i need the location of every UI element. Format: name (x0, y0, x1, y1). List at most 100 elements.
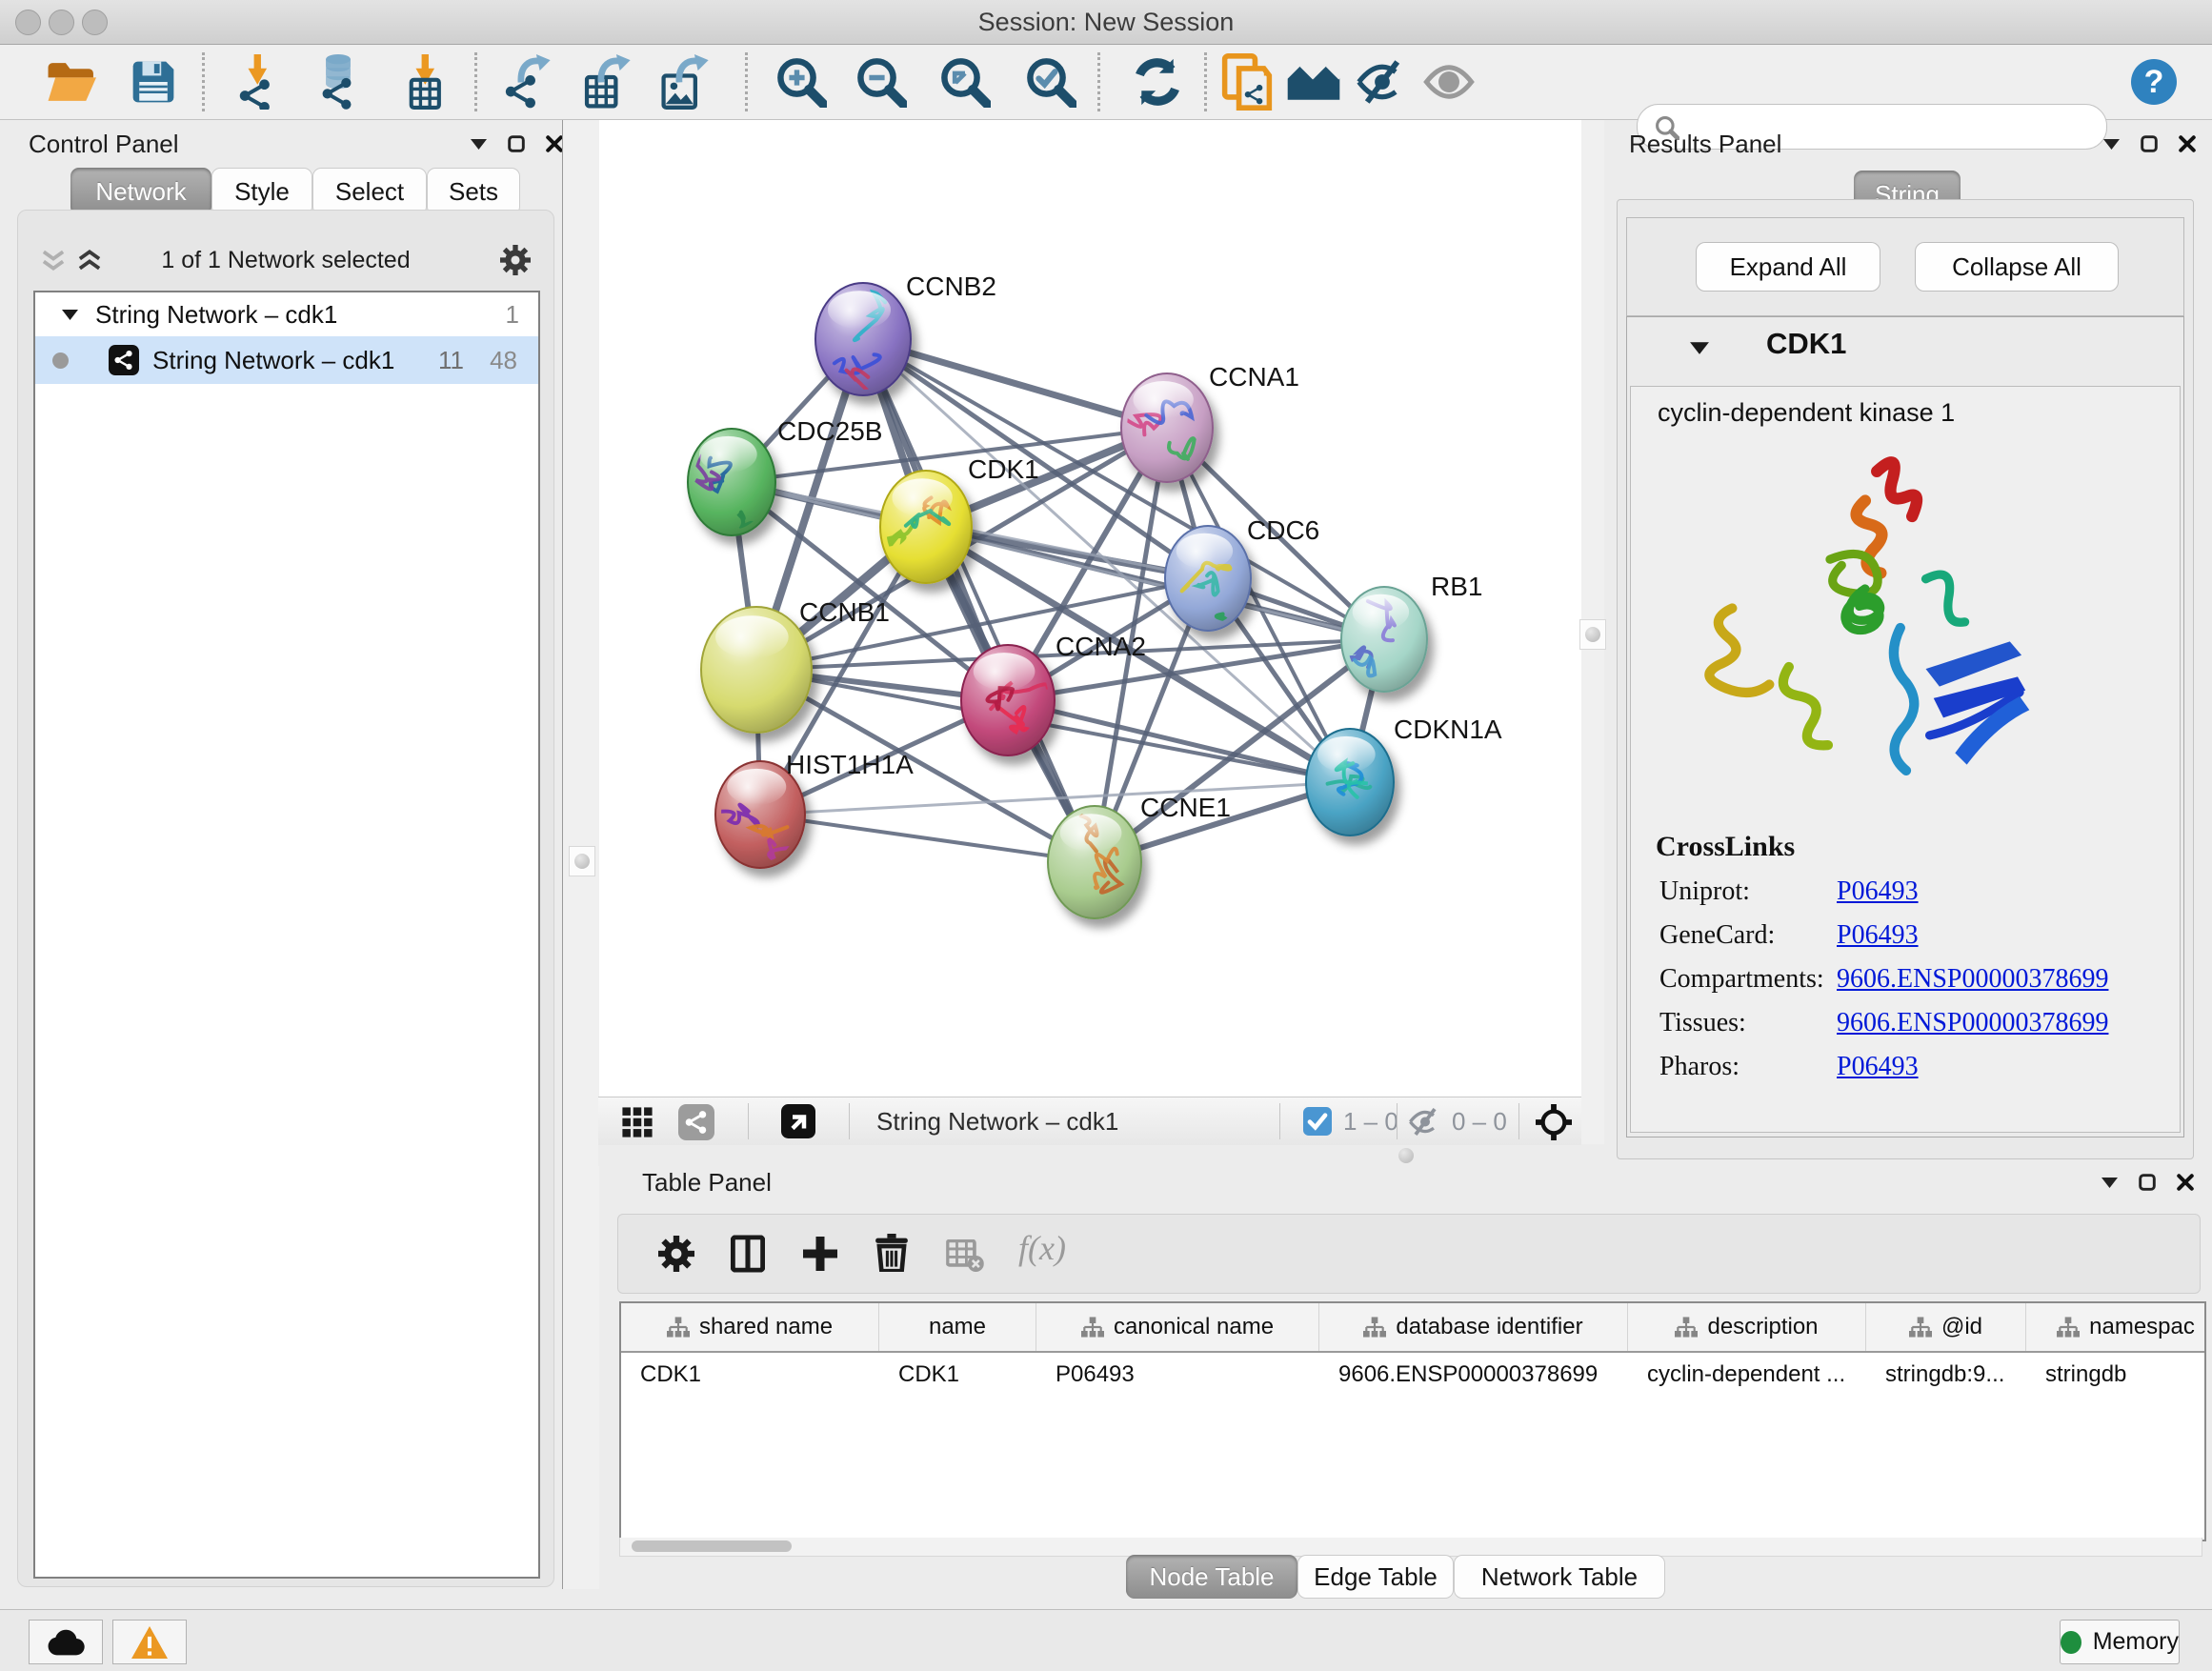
export-table-button[interactable] (579, 54, 634, 110)
network-collection-row[interactable]: String Network – cdk1 1 (35, 292, 538, 336)
network-options-gear-icon[interactable] (500, 245, 531, 275)
panel-float-icon[interactable] (2141, 135, 2158, 152)
left-splitter[interactable] (562, 120, 599, 1589)
table-cell[interactable]: P06493 (1036, 1353, 1319, 1397)
import-network-from-file-button[interactable] (231, 54, 286, 110)
add-column-icon[interactable] (803, 1237, 837, 1271)
warnings-button[interactable] (112, 1620, 187, 1664)
column-header-canonical-name[interactable]: canonical name (1036, 1303, 1319, 1351)
zoom-out-button[interactable] (854, 54, 909, 110)
panel-menu-caret-icon[interactable] (2103, 139, 2120, 150)
column-header--id[interactable]: @id (1866, 1303, 2026, 1351)
node-table[interactable]: shared namenamecanonical namedatabase id… (619, 1301, 2206, 1541)
column-header-namespac[interactable]: namespac (2026, 1303, 2206, 1351)
network-view-canvas[interactable]: CCNB2CCNA1CDC25BCDK1CDC6RB1CCNB1CCNA2CDK… (598, 120, 1582, 1097)
panel-close-icon[interactable] (546, 135, 563, 152)
crosslink-link[interactable]: 9606.ENSP00000378699 (1837, 1008, 2108, 1038)
scrollbar-thumb[interactable] (632, 1540, 792, 1552)
open-in-window-icon[interactable] (781, 1104, 815, 1138)
apply-layout-refresh-button[interactable] (1130, 54, 1185, 110)
hide-selection-button[interactable] (1355, 54, 1410, 110)
new-network-from-selection-button[interactable] (1219, 54, 1275, 110)
node-CCNA2[interactable] (961, 645, 1055, 755)
panel-menu-caret-icon[interactable] (471, 139, 487, 150)
crosslink-link[interactable]: 9606.ENSP00000378699 (1837, 964, 2108, 995)
splitter-grip[interactable] (569, 846, 595, 876)
panel-close-icon[interactable] (2179, 135, 2196, 152)
export-network-button[interactable] (499, 54, 554, 110)
cloud-status-button[interactable] (29, 1620, 103, 1664)
show-columns-icon[interactable] (731, 1235, 765, 1273)
crosslink-row: GeneCard:P06493 (1631, 920, 2180, 964)
tab-edge-table[interactable]: Edge Table (1297, 1555, 1454, 1599)
node-CCNB2[interactable] (815, 283, 911, 397)
first-neighbors-button[interactable] (1286, 54, 1341, 110)
zoom-selected-button[interactable] (1023, 54, 1078, 110)
import-network-from-database-button[interactable] (311, 54, 366, 110)
tab-node-table[interactable]: Node Table (1126, 1555, 1297, 1599)
crosshair-icon[interactable] (1536, 1104, 1572, 1140)
tab-network-table[interactable]: Network Table (1454, 1555, 1665, 1599)
table-cell[interactable]: cyclin-dependent ... (1628, 1353, 1866, 1397)
panel-menu-caret-icon[interactable] (2101, 1178, 2118, 1188)
column-header-name[interactable]: name (879, 1303, 1036, 1351)
tab-network[interactable]: Network (70, 168, 211, 215)
toolbar-separator (849, 1103, 850, 1139)
table-row[interactable]: CDK1CDK1P064939606.ENSP00000378699cyclin… (621, 1353, 2206, 1397)
function-builder-icon: f(x) (1018, 1228, 1066, 1268)
collection-expand-caret-icon[interactable] (62, 310, 78, 320)
network-name: String Network – cdk1 (152, 346, 394, 375)
column-header-description[interactable]: description (1628, 1303, 1866, 1351)
crosslink-link[interactable]: P06493 (1837, 876, 1919, 907)
tab-style[interactable]: Style (211, 168, 312, 215)
network-graph[interactable]: CCNB2CCNA1CDC25BCDK1CDC6RB1CCNB1CCNA2CDK… (599, 120, 1582, 1097)
node-CCNA1[interactable] (1119, 373, 1213, 482)
save-session-button[interactable] (126, 54, 181, 110)
table-horizontal-scrollbar[interactable] (619, 1538, 2202, 1557)
node-label: CDC25B (777, 416, 882, 446)
crosslink-link[interactable]: P06493 (1837, 920, 1919, 951)
export-image-button[interactable] (657, 54, 713, 110)
panel-close-icon[interactable] (2177, 1174, 2194, 1191)
column-header-database-identifier[interactable]: database identifier (1319, 1303, 1628, 1351)
open-session-button[interactable] (44, 54, 99, 110)
network-share-icon[interactable] (678, 1104, 714, 1140)
delete-column-icon[interactable] (875, 1234, 908, 1272)
crosslink-row: Uniprot:P06493 (1631, 876, 2180, 920)
toolbar-separator (1204, 52, 1207, 111)
table-options-gear-icon[interactable] (658, 1236, 694, 1272)
help-button[interactable]: ? (2130, 58, 2178, 106)
table-cell[interactable]: CDK1 (879, 1353, 1036, 1397)
edge[interactable] (760, 815, 1095, 862)
panel-float-icon[interactable] (508, 135, 525, 152)
protein-structure-image (1669, 442, 2069, 814)
panel-float-icon[interactable] (2139, 1174, 2156, 1191)
section-collapse-caret-icon[interactable] (1690, 342, 1709, 354)
node-CCNB1[interactable] (701, 607, 812, 733)
selected-checkbox-icon[interactable] (1303, 1107, 1332, 1136)
network-row[interactable]: String Network – cdk1 11 48 (35, 336, 538, 384)
zoom-in-button[interactable] (774, 54, 829, 110)
table-cell[interactable]: stringdb:9... (1866, 1353, 2026, 1397)
node-CDK1[interactable] (880, 471, 972, 583)
memory-button[interactable]: Memory (2060, 1620, 2180, 1664)
birdseye-grid-icon[interactable] (621, 1106, 654, 1138)
table-cell[interactable]: stringdb (2026, 1353, 2206, 1397)
zoom-fit-button[interactable] (937, 54, 993, 110)
crosslink-link[interactable]: P06493 (1837, 1052, 1919, 1082)
tab-sets[interactable]: Sets (427, 168, 520, 215)
show-all-button[interactable] (1421, 54, 1477, 110)
splitter-grip[interactable] (1579, 619, 1606, 650)
table-cell[interactable]: CDK1 (621, 1353, 879, 1397)
collapse-all-button[interactable]: Collapse All (1915, 242, 2119, 292)
node-CCNE1[interactable] (1048, 806, 1141, 918)
import-table-from-file-button[interactable] (398, 54, 453, 110)
column-header-shared-name[interactable]: shared name (621, 1303, 879, 1351)
node-RB1[interactable] (1341, 587, 1427, 692)
tab-select[interactable]: Select (312, 168, 427, 215)
expand-all-button[interactable]: Expand All (1696, 242, 1880, 292)
table-cell[interactable]: 9606.ENSP00000378699 (1319, 1353, 1628, 1397)
node-CDKN1A[interactable] (1306, 729, 1394, 836)
node-CDC25B[interactable] (688, 429, 775, 546)
vertical-splitter[interactable] (1581, 120, 1604, 1144)
